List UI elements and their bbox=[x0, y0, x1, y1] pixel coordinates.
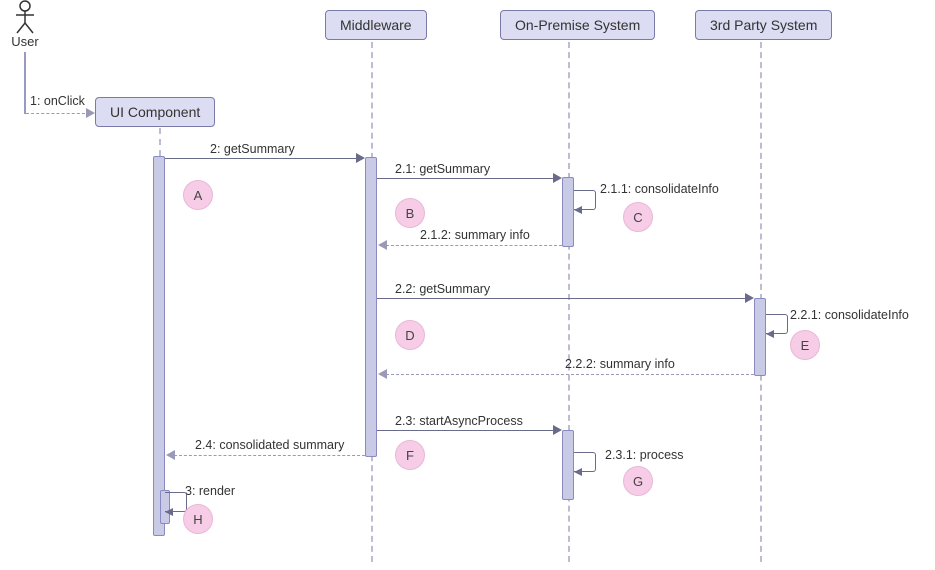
lifeline-ui-dash bbox=[159, 128, 161, 156]
selfcall-ah-2-1-1 bbox=[574, 206, 582, 214]
msg-2-3: 2.3: startAsyncProcess bbox=[395, 414, 523, 428]
msg-2-2-2: 2.2.2: summary info bbox=[565, 357, 675, 371]
actor-user-label: User bbox=[5, 34, 45, 49]
lifeline-mw-label: Middleware bbox=[340, 17, 412, 33]
msg-2-3-1: 2.3.1: process bbox=[605, 448, 684, 462]
lifeline-op-label: On-Premise System bbox=[515, 17, 640, 33]
selfcall-ah-2-3-1 bbox=[574, 468, 582, 476]
annotation-C: C bbox=[623, 202, 653, 232]
annotation-B: B bbox=[395, 198, 425, 228]
lifeline-head-tp: 3rd Party System bbox=[695, 10, 832, 40]
sequence-diagram: User UI Component Middleware On-Premise … bbox=[0, 0, 935, 570]
user-icon bbox=[5, 0, 45, 34]
msg-2-4: 2.4: consolidated summary bbox=[195, 438, 344, 452]
arrow-2-4 bbox=[174, 455, 365, 456]
arrow-2-1 bbox=[377, 178, 557, 179]
lifeline-user bbox=[24, 52, 26, 114]
annotation-F: F bbox=[395, 440, 425, 470]
arrowhead-onclick bbox=[86, 108, 95, 118]
arrow-2-3 bbox=[377, 430, 557, 431]
msg-2-1: 2.1: getSummary bbox=[395, 162, 490, 176]
msg-2: 2: getSummary bbox=[210, 142, 295, 156]
arrow-2-2 bbox=[377, 298, 749, 299]
msg-2-1-1: 2.1.1: consolidateInfo bbox=[600, 182, 719, 196]
msg-3: 3: render bbox=[185, 484, 235, 498]
arrowhead-2-2-2 bbox=[378, 369, 387, 379]
lifeline-ui-label: UI Component bbox=[110, 104, 200, 120]
arrowhead-2-3 bbox=[553, 425, 562, 435]
annotation-H: H bbox=[183, 504, 213, 534]
annotation-E: E bbox=[790, 330, 820, 360]
activation-mw bbox=[365, 157, 377, 457]
activation-ui bbox=[153, 156, 165, 536]
msg-2-2: 2.2: getSummary bbox=[395, 282, 490, 296]
annotation-A: A bbox=[183, 180, 213, 210]
arrowhead-2-2 bbox=[745, 293, 754, 303]
actor-user: User bbox=[5, 0, 45, 49]
arrowhead-2-1 bbox=[553, 173, 562, 183]
selfcall-ah-2-2-1 bbox=[766, 330, 774, 338]
msg-2-1-2: 2.1.2: summary info bbox=[420, 228, 530, 242]
lifeline-head-ui: UI Component bbox=[95, 97, 215, 127]
arrow-2-2-2 bbox=[386, 374, 754, 375]
msg-2-2-1: 2.2.1: consolidateInfo bbox=[790, 308, 909, 322]
arrow-2 bbox=[165, 158, 360, 159]
arrowhead-2-4 bbox=[166, 450, 175, 460]
lifeline-tp-label: 3rd Party System bbox=[710, 17, 817, 33]
activation-op-2 bbox=[562, 430, 574, 500]
selfcall-ah-3 bbox=[165, 508, 173, 516]
arrow-onclick bbox=[26, 113, 90, 114]
annotation-G: G bbox=[623, 466, 653, 496]
arrowhead-2-1-2 bbox=[378, 240, 387, 250]
annotation-D: D bbox=[395, 320, 425, 350]
lifeline-head-mw: Middleware bbox=[325, 10, 427, 40]
lifeline-head-op: On-Premise System bbox=[500, 10, 655, 40]
arrow-2-1-2 bbox=[386, 245, 562, 246]
activation-tp bbox=[754, 298, 766, 376]
msg-onclick: 1: onClick bbox=[30, 94, 85, 108]
arrowhead-2 bbox=[356, 153, 365, 163]
activation-op-1 bbox=[562, 177, 574, 247]
